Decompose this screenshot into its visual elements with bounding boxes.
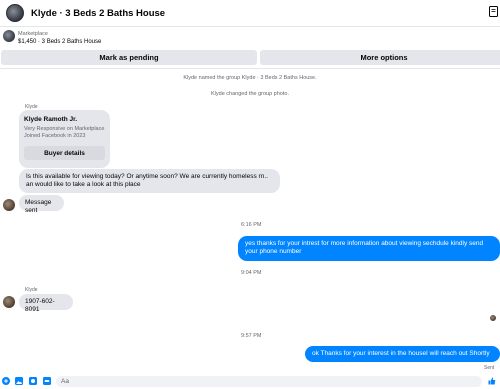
message-text: ok Thanks for your interest in the house… bbox=[312, 350, 490, 357]
conversation-header: Klyde · 3 Beds 2 Baths House bbox=[0, 0, 500, 27]
message-composer: Aa bbox=[0, 374, 500, 389]
message-text: an would like to take a look at this pla… bbox=[26, 181, 141, 188]
profile-joined: Joined Facebook in 2023 bbox=[24, 133, 86, 139]
message-bubble-incoming[interactable]: Is this available for viewing today? Or … bbox=[19, 169, 280, 193]
listing-source: Marketplace bbox=[18, 31, 48, 37]
seller-profile-card: Klyde Ramoth Jr. Very Responsive on Mark… bbox=[19, 110, 110, 168]
message-bubble-incoming[interactable]: 1907-602-8091 bbox=[19, 294, 73, 313]
listing-thumbnail[interactable] bbox=[3, 30, 15, 42]
message-bubble-incoming[interactable]: Message sent bbox=[19, 195, 64, 214]
gif-icon[interactable] bbox=[43, 377, 51, 385]
profile-responsiveness: Very Responsive on Marketplace bbox=[24, 126, 105, 132]
timestamp: 9:57 PM bbox=[241, 333, 262, 339]
image-icon[interactable] bbox=[15, 377, 23, 385]
seen-indicator-avatar bbox=[490, 315, 496, 321]
plus-icon[interactable] bbox=[2, 377, 10, 385]
divider bbox=[0, 68, 500, 69]
listing-price-title[interactable]: $1,450 · 3 Beds 2 Baths House bbox=[18, 39, 101, 45]
message-text: yes thanks for your intrest for more inf… bbox=[245, 240, 484, 247]
like-icon[interactable] bbox=[488, 377, 496, 385]
timestamp: 6:16 PM bbox=[241, 222, 262, 228]
sender-avatar[interactable] bbox=[3, 296, 15, 308]
profile-name[interactable]: Klyde Ramoth Jr. bbox=[24, 116, 77, 123]
message-text: your phone number bbox=[245, 248, 302, 255]
sender-name: Klyde bbox=[25, 287, 38, 293]
message-text: 1907-602-8091 bbox=[25, 298, 55, 313]
more-options-button[interactable]: More options bbox=[260, 50, 500, 65]
message-text: Message sent bbox=[25, 199, 52, 214]
system-message: Klyde named the group Klyde · 3 Beds 2 B… bbox=[183, 75, 317, 81]
timestamp: 9:04 PM bbox=[241, 270, 262, 276]
message-text: Is this available for viewing today? Or … bbox=[26, 173, 268, 180]
buyer-details-button[interactable]: Buyer details bbox=[24, 146, 105, 160]
message-bubble-outgoing[interactable]: yes thanks for your intrest for more inf… bbox=[238, 236, 500, 261]
mark-as-pending-button[interactable]: Mark as pending bbox=[1, 50, 257, 65]
sticker-icon[interactable] bbox=[29, 377, 37, 385]
message-bubble-outgoing[interactable]: ok Thanks for your interest in the house… bbox=[305, 346, 500, 362]
conversation-title[interactable]: Klyde · 3 Beds 2 Baths House bbox=[31, 8, 165, 19]
message-input[interactable]: Aa bbox=[56, 376, 482, 387]
sender-avatar[interactable] bbox=[3, 199, 15, 211]
system-message: Klyde changed the group photo. bbox=[211, 91, 289, 97]
group-avatar[interactable] bbox=[6, 4, 24, 22]
listing-summary[interactable]: Marketplace $1,450 · 3 Beds 2 Baths Hous… bbox=[0, 27, 500, 48]
message-status: Sent bbox=[484, 365, 495, 371]
info-icon[interactable] bbox=[489, 6, 498, 17]
